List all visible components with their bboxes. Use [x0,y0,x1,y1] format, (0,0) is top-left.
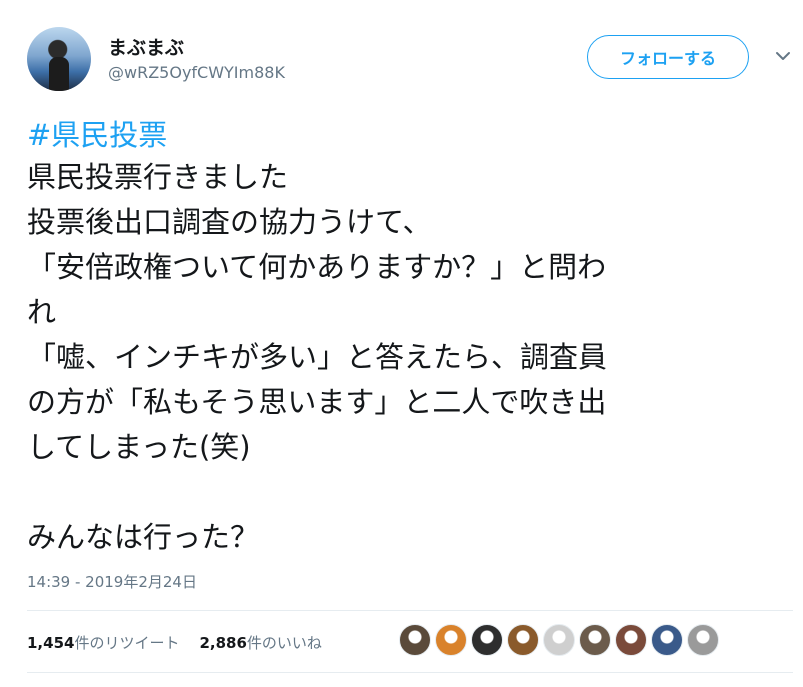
like-label: 件のいいね [246,634,322,652]
liker-avatar[interactable] [435,624,467,656]
divider [27,610,793,611]
tweet-text: 県民投票行きました 投票後出口調査の協力うけて、 「安倍政権ついて何かありますか… [27,160,608,554]
tweet-stats: 1,454件のリツイート 2,886件のいいね [27,632,342,653]
liker-avatar[interactable] [399,624,431,656]
liker-avatar[interactable] [651,624,683,656]
like-number: 2,886 [199,634,247,652]
retweet-number: 1,454 [27,634,75,652]
avatar[interactable] [27,27,91,91]
liker-avatar[interactable] [543,624,575,656]
like-count[interactable]: 2,886件のいいね [199,632,321,653]
liker-avatar[interactable] [687,624,719,656]
liker-avatars [399,624,723,656]
retweet-count[interactable]: 1,454件のリツイート [27,632,179,653]
liker-avatar[interactable] [471,624,503,656]
tweet-timestamp[interactable]: 14:39 - 2019年2月24日 [27,571,197,592]
liker-avatar[interactable] [615,624,647,656]
display-name[interactable]: まぶまぶ [108,33,184,60]
liker-avatar[interactable] [579,624,611,656]
hashtag-link[interactable]: #県民投票 [27,112,167,154]
chevron-down-icon[interactable] [774,49,792,63]
user-handle[interactable]: @wRZ5OyfCWYIm88K [108,63,285,82]
divider [27,672,793,673]
tweet-card: まぶまぶ @wRZ5OyfCWYIm88K フォローする #県民投票 県民投票行… [0,0,803,687]
follow-button[interactable]: フォローする [587,35,749,79]
retweet-label: 件のリツイート [74,634,180,652]
liker-avatar[interactable] [507,624,539,656]
